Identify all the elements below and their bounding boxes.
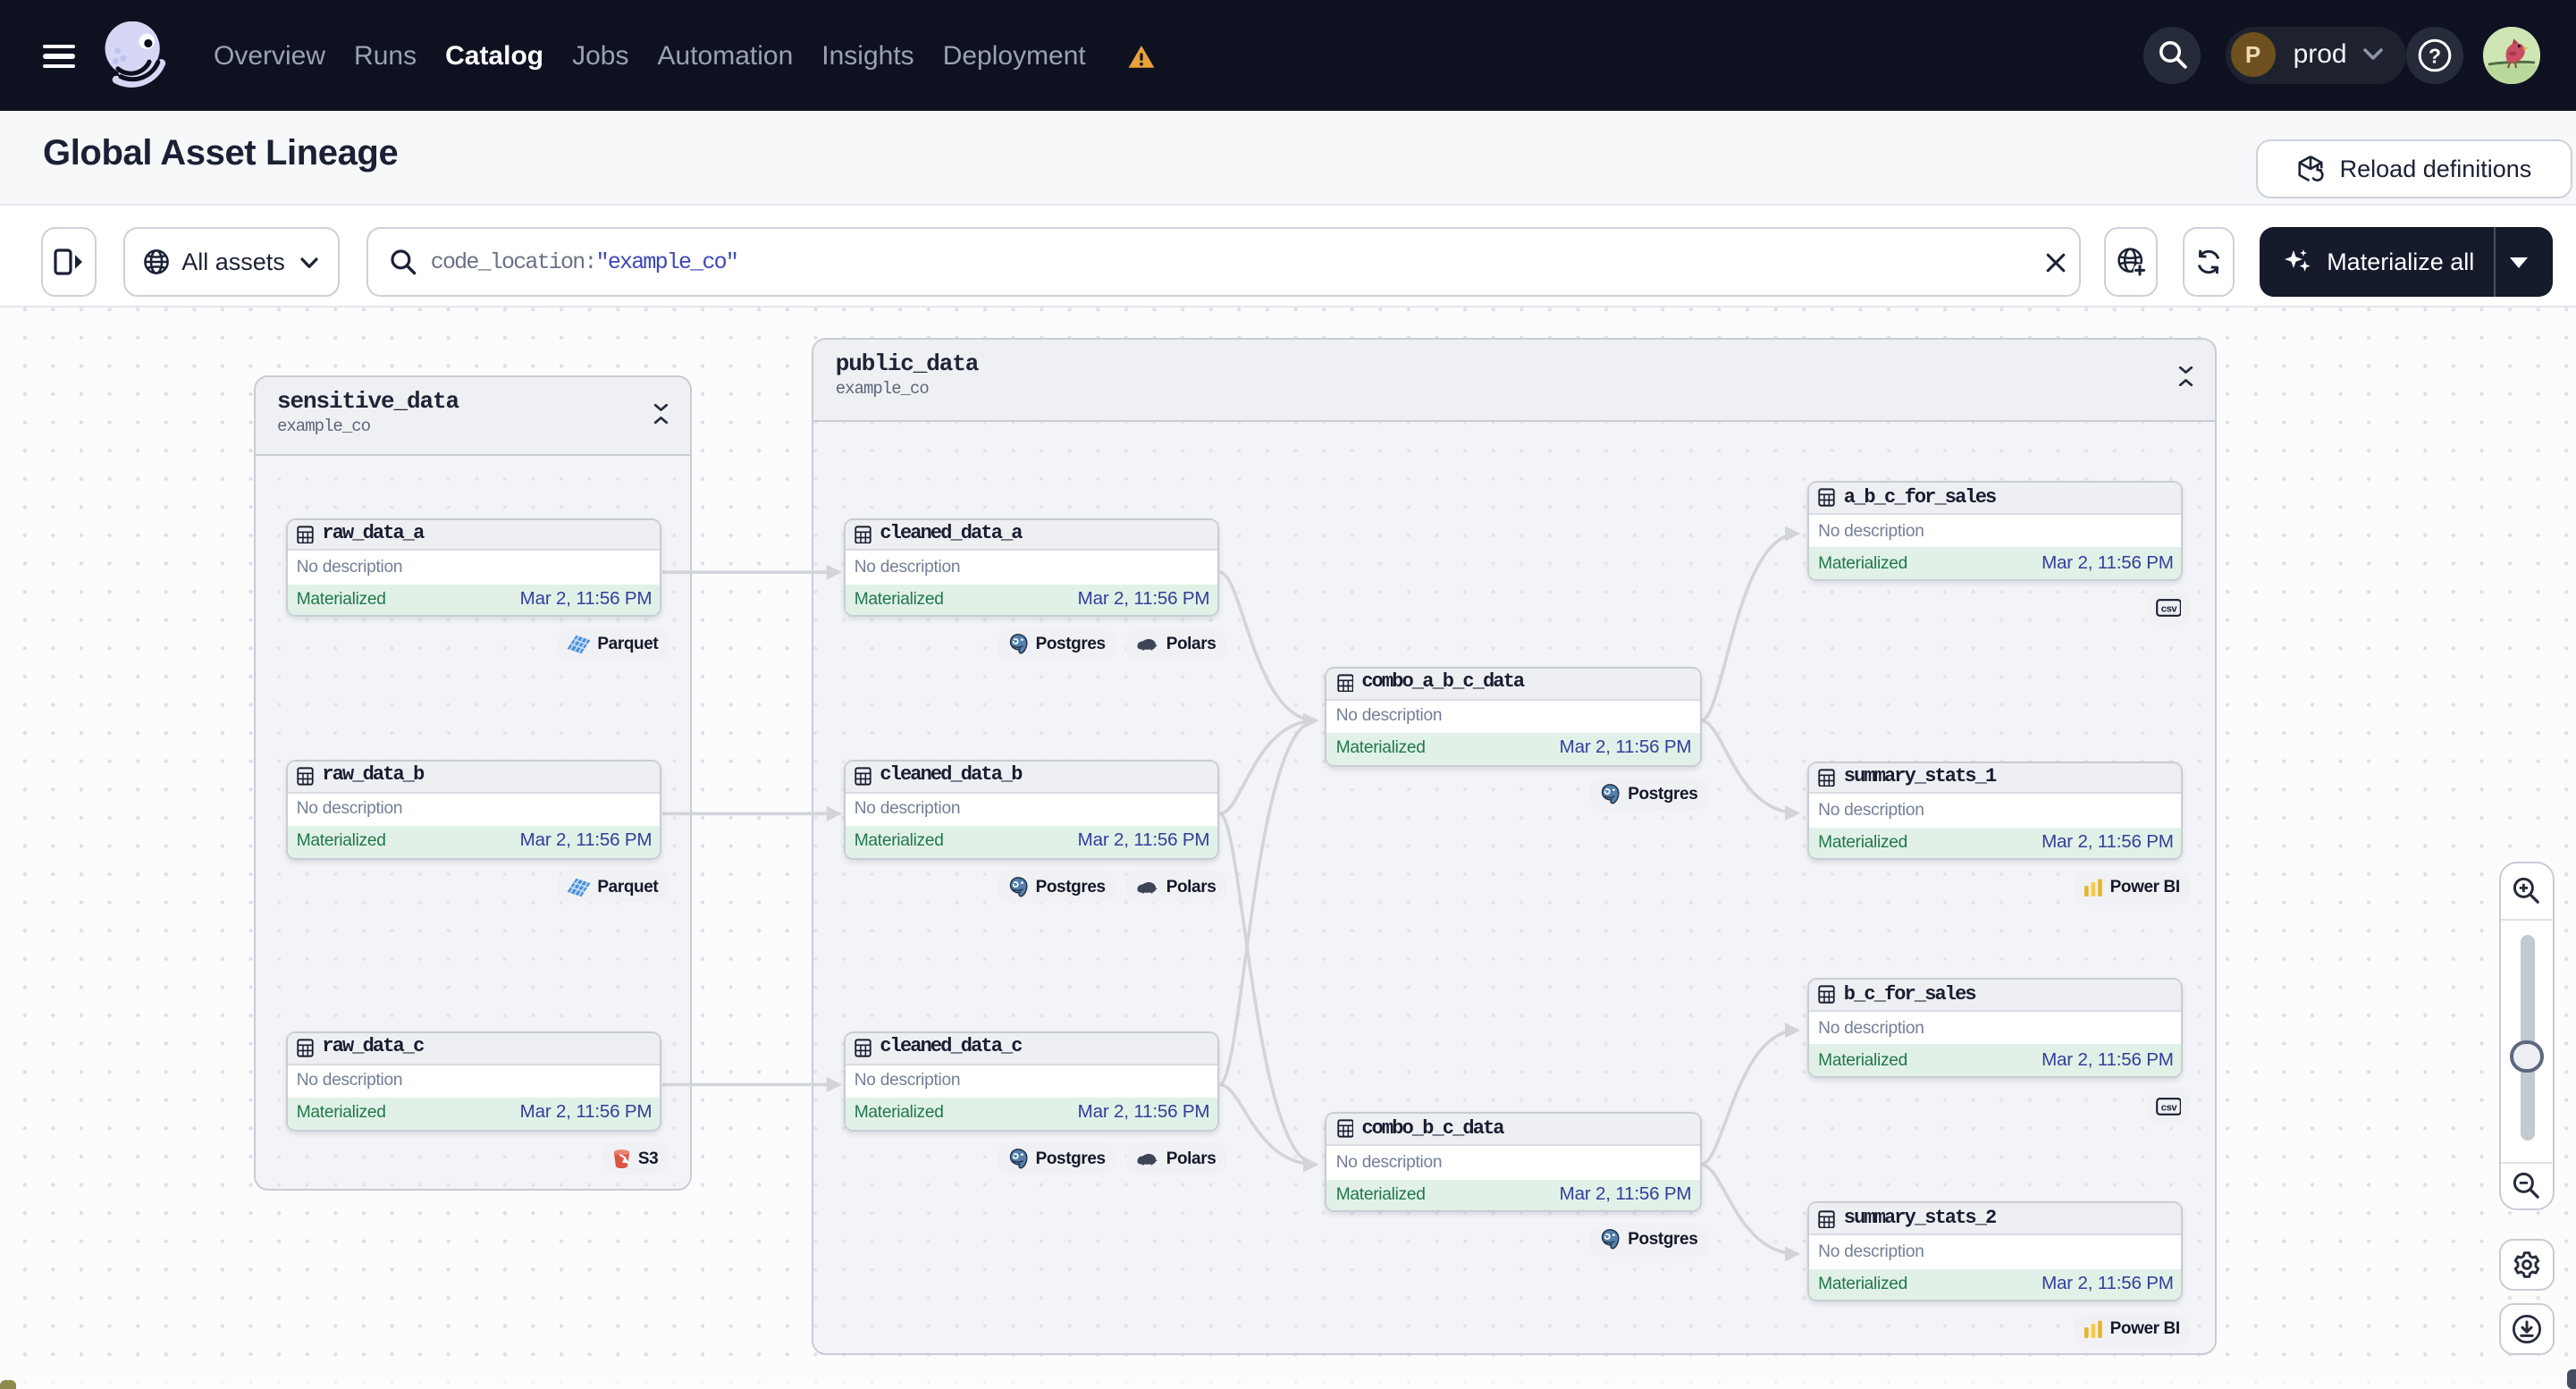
- svg-text:csv: csv: [2161, 605, 2178, 616]
- svg-text:?: ?: [2429, 44, 2441, 67]
- svg-text:csv: csv: [2161, 1102, 2178, 1113]
